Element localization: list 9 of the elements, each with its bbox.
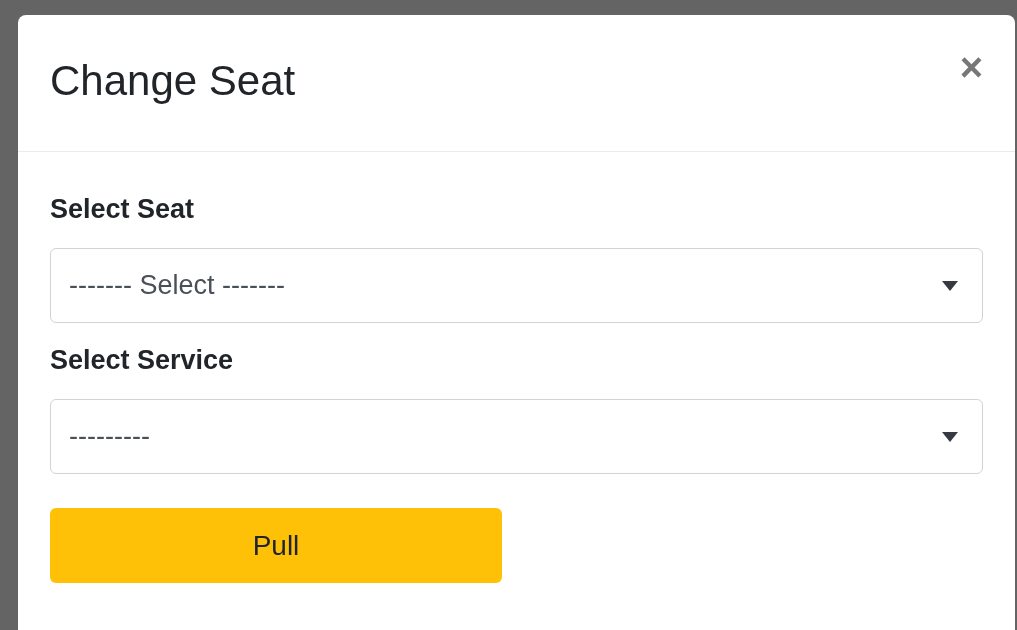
select-field[interactable]: ------- Select ------- [50,248,983,323]
caret-icon [942,431,958,442]
field-label: Select Seat [50,194,195,225]
field-label: Select Service [50,345,234,376]
modal-title: Change Seat [50,56,296,105]
close-button[interactable]: × [959,47,983,87]
pull-button[interactable]: Pull [50,508,502,583]
caret-icon [942,280,958,291]
select-field[interactable]: --------- [50,399,983,474]
